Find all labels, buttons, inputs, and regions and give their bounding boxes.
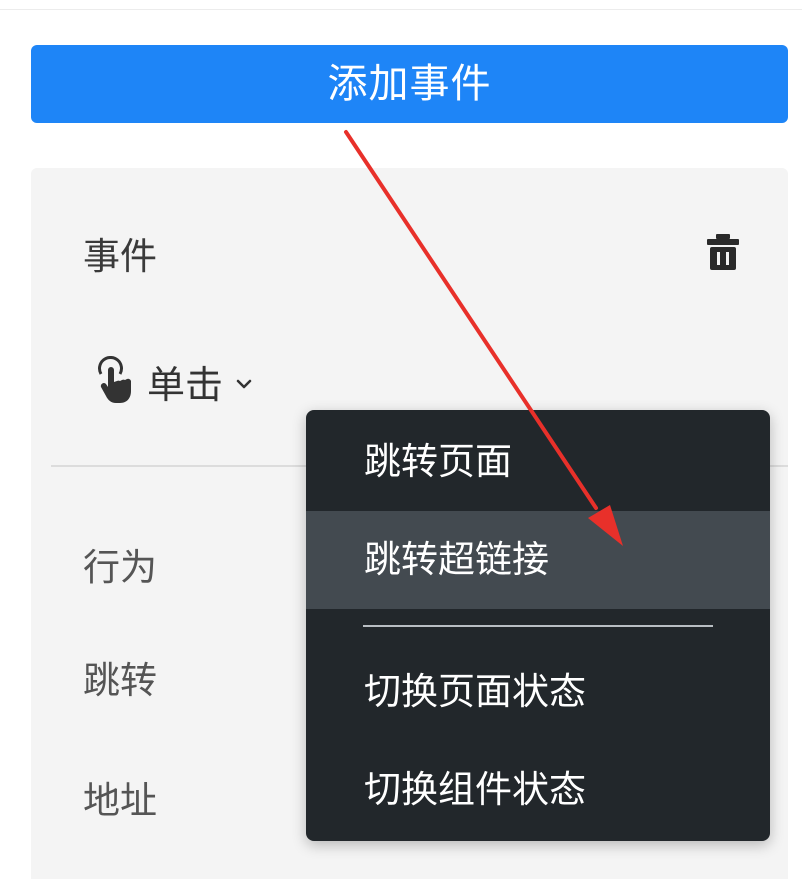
menu-divider (363, 625, 713, 627)
top-divider (0, 0, 802, 10)
field-label-jump: 跳转 (83, 659, 157, 702)
event-title: 事件 (83, 235, 157, 278)
trash-icon[interactable] (706, 232, 740, 272)
tap-icon (98, 356, 131, 403)
field-label-behavior: 行为 (83, 546, 157, 589)
chevron-down-icon (236, 379, 252, 389)
event-config-page: 添加事件 事件 单击 行为 跳转 地址 跳转页面 跳转超链接 切换页面状态 切换… (0, 0, 802, 879)
menu-item-jump-hyperlink[interactable]: 跳转超链接 (306, 511, 770, 609)
action-dropdown-menu: 跳转页面 跳转超链接 切换页面状态 切换组件状态 (306, 410, 770, 841)
add-event-button[interactable]: 添加事件 (31, 45, 788, 123)
field-label-address: 地址 (83, 779, 157, 822)
menu-item-toggle-component-state[interactable]: 切换组件状态 (306, 741, 770, 839)
menu-item-jump-page[interactable]: 跳转页面 (306, 413, 770, 511)
menu-item-toggle-page-state[interactable]: 切换页面状态 (306, 643, 770, 741)
trigger-select[interactable]: 单击 (93, 356, 255, 407)
trigger-label: 单击 (147, 362, 224, 407)
